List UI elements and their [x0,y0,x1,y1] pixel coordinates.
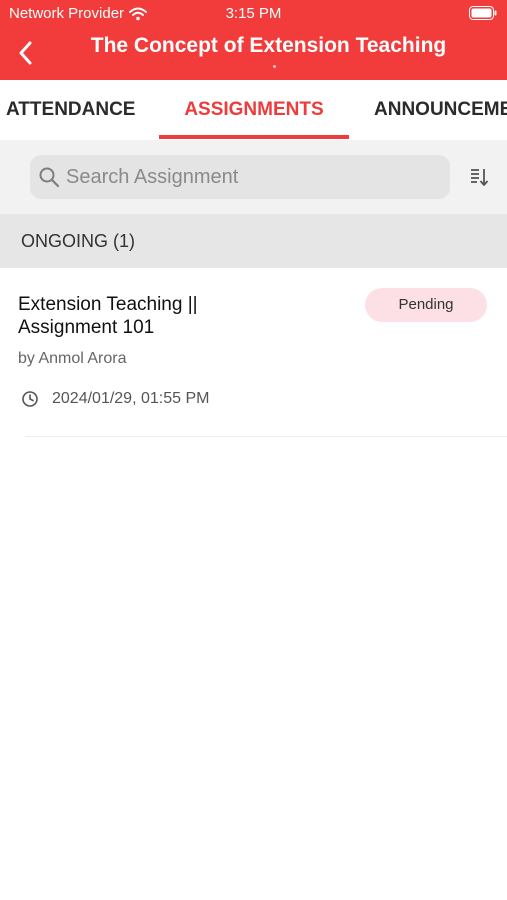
tab-announcements[interactable]: ANNOUNCEMENTS [374,80,507,140]
status-bar: Network Provider 3:15 PM [0,0,507,28]
section-header-ongoing: ONGOING (1) [0,214,507,268]
battery-icon [469,6,497,20]
tab-bar: ATTENDANCE ASSIGNMENTS ANNOUNCEMENTS [0,80,507,140]
active-tab-indicator [159,135,349,139]
assignments-screen: Network Provider 3:15 PM The Concept of … [0,0,507,900]
page-title: The Concept of Extension Teaching [90,34,447,57]
search-area [0,140,507,214]
back-button[interactable] [10,38,40,68]
tab-attendance[interactable]: ATTENDANCE [6,80,135,140]
clock-icon [22,391,38,407]
sort-icon[interactable] [466,164,492,190]
assignment-list-item[interactable]: Extension Teaching || Assignment 101 Pen… [0,268,507,438]
status-badge: Pending [365,288,487,322]
list-divider [25,436,507,437]
assignment-author: by Anmol Arora [18,350,127,367]
assignment-datetime: 2024/01/29, 01:55 PM [52,390,210,407]
tab-assignments[interactable]: ASSIGNMENTS [159,80,349,140]
section-title: ONGOING (1) [21,231,136,251]
app-header: Network Provider 3:15 PM The Concept of … [0,0,507,80]
search-box[interactable] [30,155,450,199]
header-dot [273,65,276,68]
search-input[interactable] [66,155,436,199]
chevron-left-icon [19,41,32,65]
assignment-title: Extension Teaching || Assignment 101 [18,294,198,338]
search-icon [39,167,60,188]
status-time: 3:15 PM [225,5,282,22]
header-row: The Concept of Extension Teaching [0,28,507,80]
